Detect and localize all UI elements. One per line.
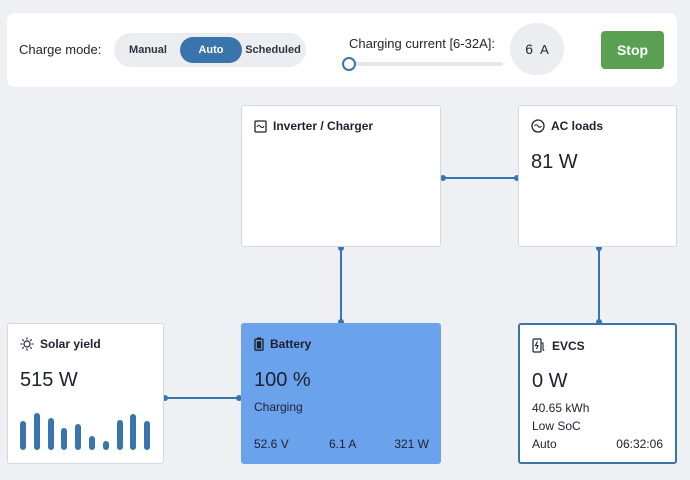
- battery-current: 6.1 A: [329, 437, 357, 451]
- charge-control-panel: Charge mode: Manual Auto Scheduled Charg…: [7, 13, 677, 87]
- connector-inverter-battery: [340, 249, 342, 321]
- charge-mode-manual-button[interactable]: Manual: [118, 37, 178, 63]
- battery-card[interactable]: Battery 100 % Charging 52.6 V 6.1 A 321 …: [241, 323, 441, 464]
- evcs-status: Low SoC: [532, 419, 581, 433]
- solar-history-bar: [144, 421, 151, 450]
- solar-history-bar: [130, 414, 137, 450]
- inverter-icon: [254, 119, 267, 133]
- charging-current-value: 6: [525, 41, 534, 57]
- solar-history-bar: [75, 424, 82, 450]
- connector-solar-battery: [166, 397, 239, 399]
- evcs-power: 0 W: [532, 370, 568, 392]
- ac-loads-card[interactable]: AC loads 81 W: [518, 105, 677, 247]
- solar-history-bar: [102, 441, 109, 450]
- connector-inverter-acloads: [443, 177, 517, 179]
- solar-history-bar: [89, 436, 95, 450]
- evcs-energy: 40.65 kWh: [532, 401, 590, 415]
- solar-history-bar: [47, 418, 54, 450]
- battery-soc: 100 %: [254, 369, 311, 391]
- solar-yield-card[interactable]: Solar yield 515 W: [7, 323, 164, 464]
- battery-title-text: Battery: [270, 337, 312, 351]
- evcs-mode: Auto: [532, 437, 557, 451]
- solar-yield-history-chart: [20, 412, 154, 450]
- charge-mode-scheduled-button[interactable]: Scheduled: [242, 37, 304, 63]
- ac-loads-title-text: AC loads: [551, 119, 604, 133]
- charging-current-label: Charging current [6-32A]:: [349, 36, 495, 51]
- inverter-charger-card[interactable]: Inverter / Charger: [241, 105, 441, 247]
- charging-current-slider[interactable]: [342, 57, 503, 71]
- charge-mode-selector: Manual Auto Scheduled: [114, 33, 306, 67]
- battery-icon: [254, 337, 264, 351]
- evcs-session-time: 06:32:06: [616, 437, 663, 451]
- solar-yield-title-text: Solar yield: [40, 337, 101, 351]
- ev-charger-icon: [532, 338, 545, 353]
- solar-yield-power: 515 W: [20, 369, 78, 391]
- connector-acloads-evcs: [598, 249, 600, 321]
- battery-voltage: 52.6 V: [254, 437, 289, 451]
- sun-icon: [20, 337, 34, 351]
- solar-history-bar: [61, 428, 68, 450]
- inverter-charger-title-text: Inverter / Charger: [273, 119, 374, 133]
- ac-wave-icon: [531, 119, 545, 133]
- battery-title: Battery: [254, 337, 311, 351]
- ac-loads-power: 81 W: [531, 151, 578, 173]
- evcs-card[interactable]: EVCS 0 W 40.65 kWh Low SoC Auto 06:32:06: [518, 323, 677, 464]
- evcs-title: EVCS: [532, 338, 585, 353]
- charging-current-display: 6A: [510, 23, 564, 75]
- battery-power: 321 W: [394, 437, 429, 451]
- stop-button[interactable]: Stop: [601, 31, 664, 69]
- solar-history-bar: [20, 421, 26, 450]
- evcs-title-text: EVCS: [552, 338, 585, 353]
- solar-yield-title: Solar yield: [20, 337, 101, 351]
- ac-loads-title: AC loads: [531, 119, 603, 133]
- solar-history-bar: [116, 420, 123, 450]
- charge-mode-auto-button[interactable]: Auto: [180, 37, 242, 63]
- charge-mode-label: Charge mode:: [19, 42, 102, 57]
- slider-handle[interactable]: [342, 57, 356, 71]
- inverter-charger-title: Inverter / Charger: [254, 119, 373, 133]
- battery-state: Charging: [254, 400, 303, 414]
- charging-current-unit: A: [540, 42, 549, 57]
- solar-history-bar: [33, 413, 40, 450]
